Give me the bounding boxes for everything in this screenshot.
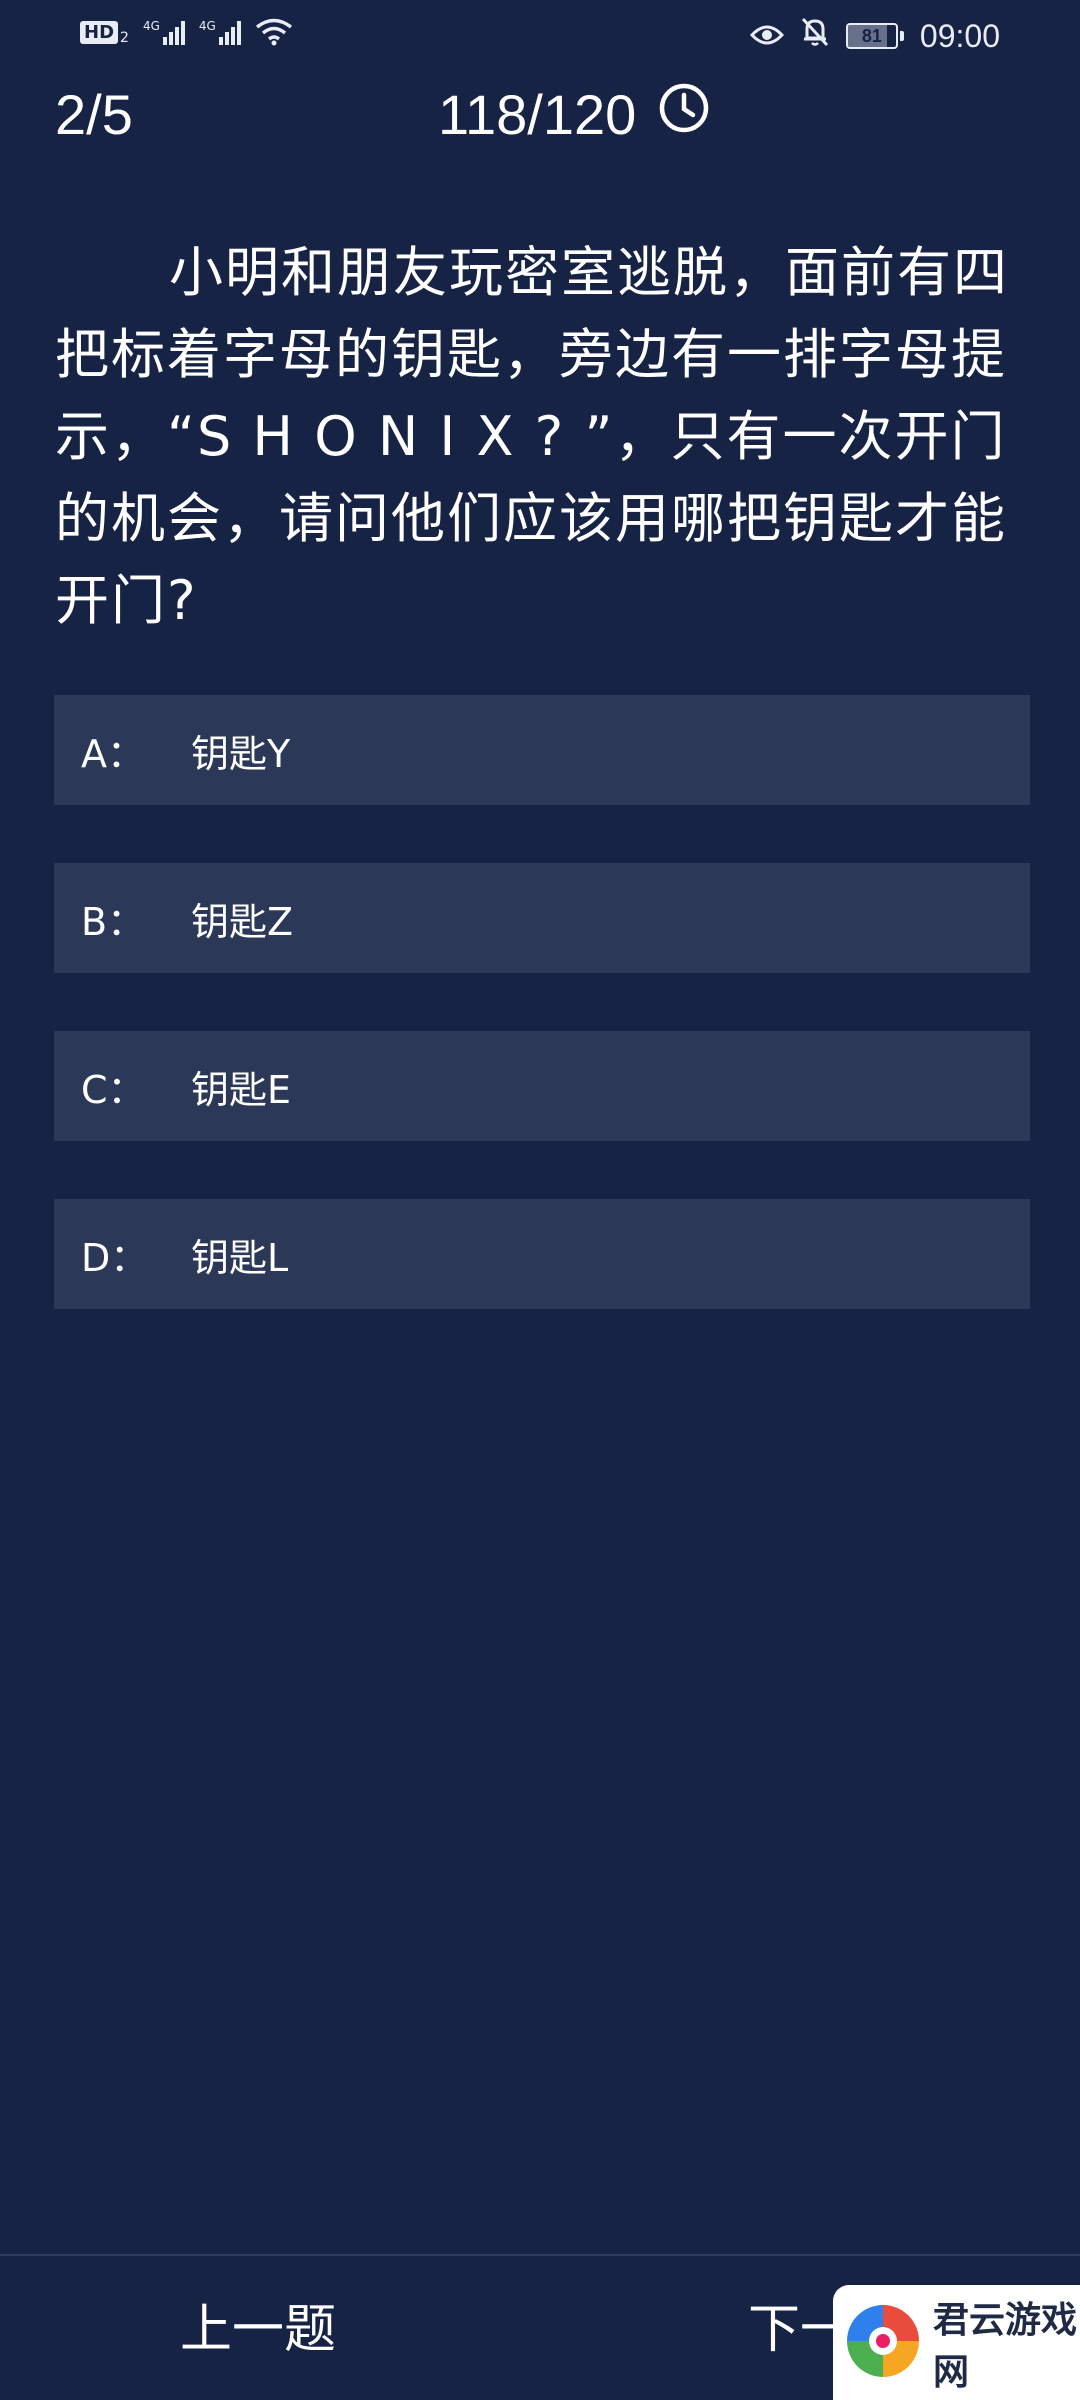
status-left: HD 2 4G 4G: [80, 18, 293, 46]
option-a[interactable]: A： 钥匙Y: [54, 695, 1030, 805]
watermark-text: 君云游戏网: [933, 2298, 1078, 2393]
option-c[interactable]: C： 钥匙E: [54, 1031, 1030, 1141]
option-b[interactable]: B： 钥匙Z: [54, 863, 1030, 973]
hd-sub-label: 2: [120, 30, 129, 46]
option-label: 钥匙L: [191, 1235, 289, 1280]
option-label: 钥匙E: [191, 1067, 292, 1112]
signal-icon: 4G: [199, 19, 241, 45]
option-letter: A：: [81, 731, 145, 776]
status-time: 09:00: [919, 17, 1000, 54]
network-type-label: 4G: [142, 19, 160, 33]
status-bar: HD 2 4G 4G 81 09:00: [0, 0, 1080, 72]
footer-divider: [0, 2254, 1080, 2256]
hd-badge: HD: [80, 20, 119, 44]
option-letter: C：: [81, 1067, 146, 1112]
options-list: A： 钥匙Y B： 钥匙Z C： 钥匙E D： 钥匙L: [54, 695, 1030, 1367]
quiz-header: 2/5 118/120: [0, 80, 1080, 150]
option-letter: D：: [81, 1235, 149, 1280]
option-label: 钥匙Z: [191, 899, 294, 944]
signal-icon: 4G: [143, 19, 185, 45]
status-right: 81 09:00: [749, 16, 1000, 56]
bell-off-icon: [800, 16, 830, 56]
option-letter: B：: [81, 899, 146, 944]
watermark-logo-icon: [843, 2301, 923, 2385]
battery-level: 81: [861, 25, 882, 46]
battery-icon: 81: [845, 23, 904, 49]
timer-value: 118/120: [438, 83, 637, 146]
question-text: 小明和朋友玩密室逃脱，面前有四把标着字母的钥匙，旁边有一排字母提示，“S H O…: [55, 241, 1009, 632]
question-progress: 2/5: [55, 83, 133, 146]
timer: 118/120: [438, 80, 710, 150]
network-type-label: 4G: [198, 19, 216, 33]
eye-icon: [749, 18, 784, 55]
clock-icon: [658, 80, 710, 150]
watermark: 君云游戏网: [833, 2285, 1080, 2400]
option-d[interactable]: D： 钥匙L: [54, 1199, 1030, 1309]
option-label: 钥匙Y: [191, 731, 291, 776]
wifi-icon: [255, 18, 293, 46]
previous-question-button[interactable]: 上一题: [180, 2290, 336, 2370]
